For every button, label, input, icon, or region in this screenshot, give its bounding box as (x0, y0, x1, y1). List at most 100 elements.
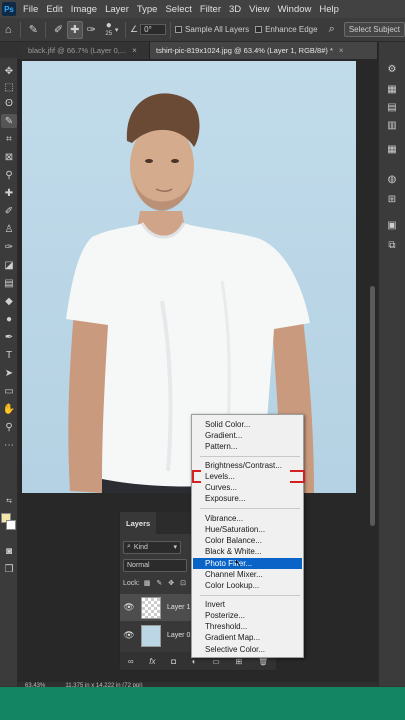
move-tool-icon[interactable]: ✥ (1, 64, 17, 78)
select-subject-button[interactable]: Select Subject (343, 22, 405, 37)
brush-tool-icon[interactable]: ✐ (1, 204, 17, 218)
menu-item-solid-color[interactable]: Solid Color... (193, 419, 302, 430)
menu-item-gradient[interactable]: Gradient... (193, 430, 302, 441)
eye-icon[interactable]: 👁︎ (122, 602, 136, 613)
paths-icon[interactable]: ⧉ (384, 238, 400, 252)
menu-file[interactable]: File (19, 4, 42, 15)
menu-item-hue-saturation[interactable]: Hue/Saturation... (193, 524, 302, 535)
menu-layer[interactable]: Layer (101, 4, 133, 15)
blur-tool-icon[interactable]: ◆ (1, 294, 17, 308)
hand-tool-icon[interactable]: ✋ (1, 402, 17, 416)
mask-icon[interactable]: ◘ (171, 657, 176, 666)
grid-swatches-icon[interactable]: ▦ (384, 82, 400, 96)
type-tool-icon[interactable]: T (1, 348, 17, 362)
menu-item-vibrance[interactable]: Vibrance... (193, 513, 302, 524)
subtract-from-selection-icon[interactable]: ✑ (83, 21, 99, 39)
gradient-tool-icon[interactable]: ▤ (1, 276, 17, 290)
shape-tool-icon[interactable]: ▭ (1, 384, 17, 398)
fx-icon[interactable]: fx (149, 657, 155, 666)
eyedropper-tool-icon[interactable]: ⚲ (1, 168, 17, 182)
lock-artboard-icon[interactable]: ⊡ (180, 579, 186, 587)
link-icon[interactable]: ∞ (128, 657, 134, 666)
enhance-edge-checkbox[interactable]: Enhance Edge (255, 25, 318, 34)
lock-position-icon[interactable]: ✥ (168, 579, 174, 587)
channels-icon[interactable]: ▣ (384, 218, 400, 232)
menu-3d[interactable]: 3D (225, 4, 245, 15)
tab-black-jfif[interactable]: black.jfif @ 66.7% (Layer 0,... × (22, 42, 150, 59)
sample-all-layers-checkbox[interactable]: Sample All Layers (175, 25, 249, 34)
libraries-icon[interactable]: ▤ (384, 100, 400, 114)
more-tools-icon[interactable]: ⋯ (1, 438, 17, 452)
chevron-down-icon[interactable]: ▾ (112, 21, 121, 39)
close-icon[interactable]: × (339, 46, 344, 55)
lock-transparent-icon[interactable]: ▩ (144, 579, 151, 587)
path-selection-tool-icon[interactable]: ➤ (1, 366, 17, 380)
properties-icon[interactable]: ⚙ (384, 62, 400, 76)
menu-item-channel-mixer[interactable]: Channel Mixer... (193, 569, 302, 580)
menu-item-brightness-contrast[interactable]: Brightness/Contrast... (193, 460, 302, 471)
menu-window[interactable]: Window (274, 4, 316, 15)
crop-tool-icon[interactable]: ⌗ (1, 132, 17, 146)
menu-item-posterize[interactable]: Posterize... (193, 610, 302, 621)
healing-brush-tool-icon[interactable]: ✚ (1, 186, 17, 200)
menu-item-invert[interactable]: Invert (193, 599, 302, 610)
blend-mode-select[interactable]: Normal (123, 558, 187, 572)
color-icon[interactable]: ◍ (384, 172, 400, 186)
menu-item-black-white[interactable]: Black & White... (193, 546, 302, 557)
checkbox-icon (255, 26, 263, 33)
menu-item-exposure[interactable]: Exposure... (193, 493, 302, 504)
menu-filter[interactable]: Filter (196, 4, 225, 15)
background-color-swatch[interactable] (6, 520, 16, 530)
history-brush-tool-icon[interactable]: ✑ (1, 240, 17, 254)
quick-select-tool-preset-icon[interactable]: ✎ (25, 21, 41, 39)
screen-mode-icon[interactable]: ❐ (1, 562, 17, 576)
menu-type[interactable]: Type (133, 4, 162, 15)
search-icon[interactable]: ⌕ (324, 21, 340, 39)
swap-colors-icon[interactable]: ⇆ (1, 494, 17, 508)
styles-icon[interactable]: ⊞ (384, 192, 400, 206)
menu-divider (200, 508, 300, 509)
lock-paint-icon[interactable]: ✎ (156, 579, 162, 587)
canvas-vertical-scrollbar[interactable] (369, 60, 376, 660)
lasso-tool-icon[interactable]: ʘ (1, 96, 17, 110)
tools-panel: ✥ ⬚ ʘ ✎ ⌗ ⊠ ⚲ ✚ ✐ ♙ ✑ ◪ ▤ ◆ ● ✒ T ➤ ▭ ✋ … (0, 58, 18, 686)
menu-item-photo-filter[interactable]: Photo Filter... (193, 558, 302, 569)
scrollbar-thumb[interactable] (370, 286, 375, 526)
brush-size-picker[interactable]: ● 25 (105, 20, 112, 38)
dodge-tool-icon[interactable]: ● (1, 312, 17, 326)
menu-item-threshold[interactable]: Threshold... (193, 621, 302, 632)
angle-field[interactable]: ∠ 0° (130, 24, 167, 35)
menu-view[interactable]: View (245, 4, 273, 15)
frame-tool-icon[interactable]: ⊠ (1, 150, 17, 164)
quick-selection-tool-icon[interactable]: ✎ (1, 114, 17, 128)
menu-item-color-balance[interactable]: Color Balance... (193, 535, 302, 546)
eye-icon[interactable]: 👁︎ (122, 630, 136, 641)
pen-tool-icon[interactable]: ✒ (1, 330, 17, 344)
menu-item-pattern[interactable]: Pattern... (193, 441, 302, 452)
close-icon[interactable]: × (132, 46, 137, 55)
menu-item-selective-color[interactable]: Selective Color... (193, 644, 302, 655)
menu-item-gradient-map[interactable]: Gradient Map... (193, 632, 302, 643)
brushes-icon[interactable]: ▦ (384, 142, 400, 156)
add-to-selection-icon[interactable]: ✚ (66, 20, 84, 39)
new-selection-icon[interactable]: ✐ (50, 21, 66, 39)
bottom-color-band (0, 687, 405, 720)
menu-select[interactable]: Select (161, 4, 195, 15)
blend-mode-row: Normal (123, 558, 187, 572)
quick-mask-icon[interactable]: ◙ (1, 544, 17, 558)
menu-item-color-lookup[interactable]: Color Lookup... (193, 580, 302, 591)
clone-stamp-tool-icon[interactable]: ♙ (1, 222, 17, 236)
zoom-tool-icon[interactable]: ⚲ (1, 420, 17, 434)
eraser-tool-icon[interactable]: ◪ (1, 258, 17, 272)
filter-kind-select[interactable]: ⌕ Kind ▾ (123, 540, 181, 554)
adjustments-panel-icon[interactable]: ▥ (384, 118, 400, 132)
menu-item-levels[interactable]: Levels... (193, 471, 302, 482)
tab-tshirt-pic[interactable]: tshirt-pic-819x1024.jpg @ 63.4% (Layer 1… (150, 42, 378, 59)
menu-item-curves[interactable]: Curves... (193, 482, 302, 493)
tab-layers[interactable]: Layers (120, 512, 157, 534)
menu-edit[interactable]: Edit (42, 4, 66, 15)
menu-image[interactable]: Image (67, 4, 101, 15)
marquee-tool-icon[interactable]: ⬚ (1, 80, 17, 94)
home-icon[interactable]: ⌂ (0, 21, 16, 39)
menu-help[interactable]: Help (315, 4, 343, 15)
